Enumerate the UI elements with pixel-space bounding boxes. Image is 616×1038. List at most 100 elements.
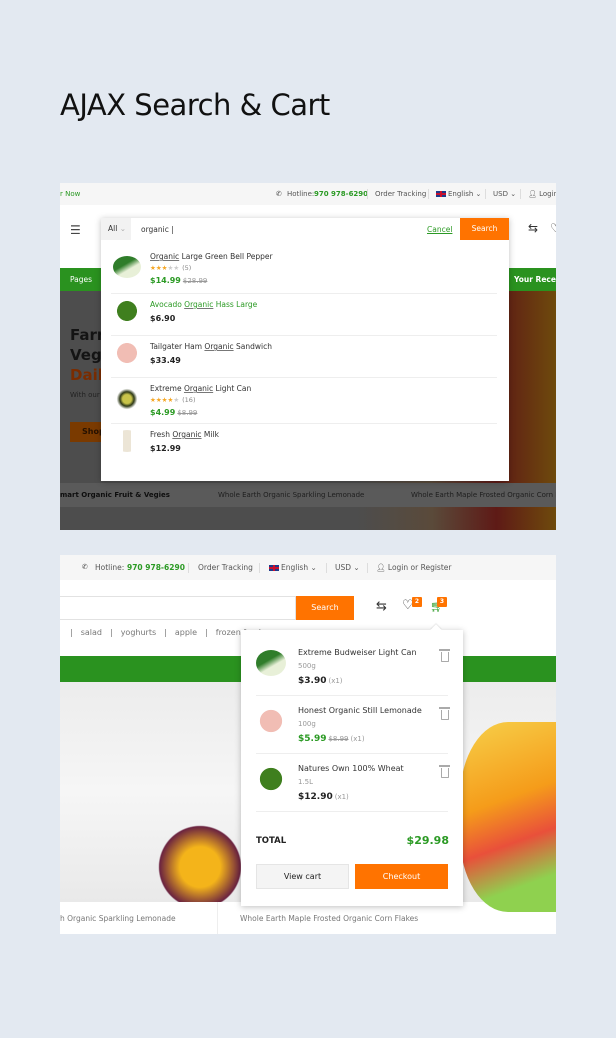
hero-subtitle: With our [70, 391, 100, 399]
phone-icon: ✆ [276, 190, 282, 198]
old-price: $8.99 [177, 409, 198, 417]
result-price: $6.90 [150, 314, 176, 323]
uk-flag-icon [436, 191, 446, 197]
result-name[interactable]: Fresh Organic Milk [150, 430, 219, 439]
search-result-item[interactable]: Organic Large Green Bell Pepper ★★★★★ (5) $… [111, 246, 497, 294]
order-tracking-link[interactable]: Order Tracking [198, 563, 253, 572]
tag-link[interactable]: salad [81, 628, 102, 637]
cart-item-name[interactable]: Honest Organic Still Lemonade [298, 706, 422, 715]
total-label: TOTAL [256, 836, 287, 846]
strip-item[interactable]: h Organic Sparkling Lemonade [60, 914, 176, 923]
cart-item-name[interactable]: Natures Own 100% Wheat [298, 764, 404, 773]
cart-item-size: 100g [298, 720, 316, 728]
result-price: $14.99 $28.99 [150, 276, 208, 285]
strip-item[interactable]: Whole Earth Maple Frosted Organic Corn F… [411, 491, 556, 499]
result-name[interactable]: Extreme Organic Light Can [150, 384, 251, 393]
nav-pages[interactable]: Pages [70, 275, 92, 284]
promo-link[interactable]: r Now [60, 190, 80, 198]
fruits-image [460, 722, 556, 912]
search-input[interactable]: organic | [141, 225, 174, 234]
cart-count-badge: 3 [437, 597, 447, 607]
search-dropdown: All ⌄ organic | Cancel Search Organic La… [101, 218, 509, 481]
uk-flag-icon [269, 565, 279, 571]
divider [259, 563, 260, 573]
hotline-label: Hotline: [287, 190, 315, 198]
product-strip: h Organic Sparkling Lemonade Whole Earth… [60, 902, 448, 934]
top-bar: ✆ Hotline: 970 978-6290 Order Tracking E… [60, 555, 556, 580]
hotline-number[interactable]: 970 978-6290 [314, 190, 368, 198]
cart-item-size: 1.5L [298, 778, 314, 786]
strip-item[interactable]: Whole Earth Maple Frosted Organic Corn F… [240, 914, 418, 923]
cancel-link[interactable]: Cancel [427, 225, 452, 234]
cart-item-price: $3.90 (x1) [298, 676, 343, 686]
language-select[interactable]: English ⌄ [436, 190, 481, 198]
divider [428, 189, 429, 199]
divider [326, 563, 327, 573]
tag-link[interactable]: yoghurts [121, 628, 156, 637]
strip-item[interactable]: mart Organic Fruit & Vegies [60, 491, 170, 499]
search-button[interactable]: Search [296, 596, 354, 620]
search-button[interactable]: Search [460, 218, 509, 240]
tag-separator: | [164, 628, 167, 637]
leek-thumbnail [256, 650, 286, 676]
nav-recent[interactable]: Your Recent [514, 275, 556, 284]
divider [188, 563, 189, 573]
checkout-button[interactable]: Checkout [355, 864, 448, 889]
chicken-thumbnail [256, 708, 286, 734]
login-link[interactable]: 👤︎ Login [528, 190, 556, 198]
currency-select[interactable]: USD ⌄ [335, 563, 360, 572]
cart-item-qty: (x1) [334, 793, 349, 801]
compare-icon[interactable]: ⇆ [528, 221, 538, 235]
result-name[interactable]: Tailgater Ham Organic Sandwich [150, 342, 272, 351]
cart-item: Honest Organic Still Lemonade 100g $5.99… [256, 696, 450, 754]
dropdown-caret [430, 624, 442, 636]
avocado-thumbnail [113, 388, 141, 410]
divider [367, 563, 368, 573]
login-link[interactable]: 👤︎ Login or Register [376, 563, 451, 572]
trash-icon[interactable] [439, 765, 450, 778]
old-price: $28.99 [182, 277, 208, 285]
category-select[interactable]: All ⌄ [101, 218, 131, 240]
divider [367, 189, 368, 199]
trash-icon[interactable] [439, 649, 450, 662]
divider [520, 189, 521, 199]
cart-item-qty: (x1) [328, 677, 343, 685]
trash-icon[interactable] [439, 707, 450, 720]
phone-icon: ✆ [82, 563, 88, 571]
chicken-thumbnail [113, 342, 141, 364]
tag-separator: | [70, 628, 73, 637]
hotline-number[interactable]: 970 978-6290 [127, 563, 185, 572]
result-price: $4.99 $8.99 [150, 408, 198, 417]
cart-item: Natures Own 100% Wheat 1.5L $12.90 (x1) [256, 754, 450, 812]
result-name[interactable]: Organic Large Green Bell Pepper [150, 252, 273, 261]
broccoli-thumbnail [256, 766, 286, 792]
hotline-label: Hotline: [95, 563, 125, 572]
milk-bottle-thumbnail [113, 430, 141, 452]
language-select[interactable]: English ⌄ [269, 563, 317, 572]
currency-select[interactable]: USD ⌄ [493, 190, 516, 198]
menu-icon[interactable]: ☰ [70, 223, 81, 237]
mini-cart-dropdown: Extreme Budweiser Light Can 500g $3.90 (x… [241, 624, 463, 906]
result-price: $12.99 [150, 444, 181, 453]
order-tracking-link[interactable]: Order Tracking [375, 190, 426, 198]
strip-item[interactable]: Whole Earth Organic Sparkling Lemonade [218, 491, 364, 499]
search-input[interactable] [60, 596, 296, 620]
page-heading: AJAX Search & Cart [60, 88, 330, 122]
compare-icon[interactable]: ⇆ [376, 599, 387, 614]
cart-demo-panel: ✆ Hotline: 970 978-6290 Order Tracking E… [60, 555, 556, 934]
passion-fruit-image [150, 822, 250, 912]
cart-item-name[interactable]: Extreme Budweiser Light Can [298, 648, 417, 657]
search-result-item[interactable]: Tailgater Ham Organic Sandwich $33.49 [111, 336, 497, 378]
divider [217, 902, 218, 934]
cart-item-price: $5.99 $8.99 (x1) [298, 734, 365, 744]
search-result-item[interactable]: Extreme Organic Light Can ★★★★★ (16) $4.99 $… [111, 378, 497, 424]
tag-separator: | [109, 628, 113, 637]
tag-link[interactable]: apple [175, 628, 197, 637]
view-cart-button[interactable]: View cart [256, 864, 349, 889]
wishlist-icon[interactable]: ♡ [550, 221, 556, 235]
search-result-item[interactable]: Avocado Organic Hass Large $6.90 [111, 294, 497, 336]
result-name[interactable]: Avocado Organic Hass Large [150, 300, 257, 309]
tag-separator: | [205, 628, 208, 637]
cart-item-qty: (x1) [350, 735, 365, 743]
search-result-item[interactable]: Fresh Organic Milk $12.99 [111, 424, 497, 468]
